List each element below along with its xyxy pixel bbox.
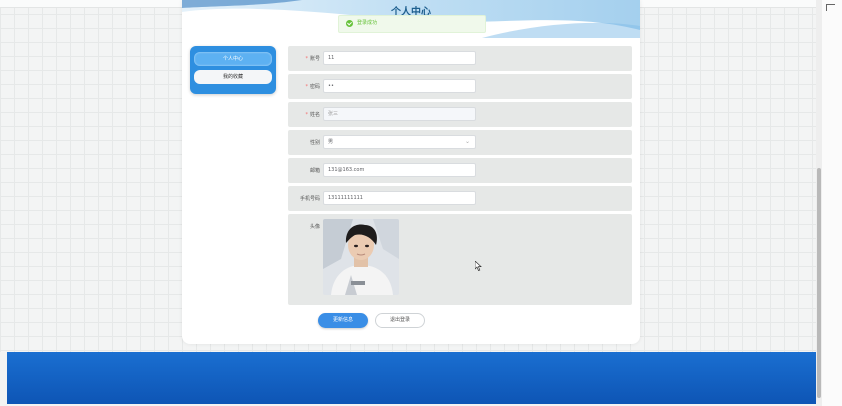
toast-text: 登录成功 [357, 20, 378, 26]
email-input[interactable]: 131@163.com [323, 163, 476, 177]
check-circle-icon [346, 20, 353, 27]
gender-value: 男 [328, 139, 334, 145]
logout-button[interactable]: 退出登录 [375, 313, 425, 328]
email-row: 邮箱 131@163.com [288, 158, 632, 183]
password-label: * 密码 [305, 84, 320, 90]
sidebar-item-favorites[interactable]: 我的收藏 [194, 70, 272, 84]
scrollbar-thumb[interactable] [817, 168, 821, 398]
gender-row: 性别 男 ⌄ [288, 130, 632, 155]
gender-label: 性别 [309, 140, 320, 146]
avatar-image[interactable] [323, 219, 399, 295]
sidebar-menu: 个人中心 我的收藏 [190, 46, 276, 94]
password-row: * 密码 •• [288, 74, 632, 99]
phone-row: 手机号码 13111111111 [288, 186, 632, 211]
chevron-down-icon: ⌄ [464, 138, 470, 145]
mouse-cursor-icon [474, 256, 482, 275]
phone-input[interactable]: 13111111111 [323, 191, 476, 205]
sidebar-item-profile[interactable]: 个人中心 [194, 52, 272, 66]
name-input[interactable]: 张三 [323, 107, 476, 121]
account-input[interactable]: 11 [323, 51, 476, 65]
gender-select[interactable]: 男 ⌄ [323, 135, 476, 149]
update-button[interactable]: 更新信息 [318, 313, 368, 328]
password-input[interactable]: •• [323, 79, 476, 93]
corner-bracket-icon [826, 4, 835, 11]
phone-label: 手机号码 [299, 196, 320, 202]
name-row: * 姓名 张三 [288, 102, 632, 127]
success-toast: 登录成功 [338, 15, 486, 33]
name-label: * 姓名 [305, 112, 320, 118]
email-label: 邮箱 [309, 168, 320, 174]
avatar-row: 头像 [288, 214, 632, 305]
avatar-label: 头像 [309, 224, 320, 230]
account-row: * 账号 11 [288, 46, 632, 71]
account-label: * 账号 [305, 56, 320, 62]
page-footer [7, 352, 816, 404]
